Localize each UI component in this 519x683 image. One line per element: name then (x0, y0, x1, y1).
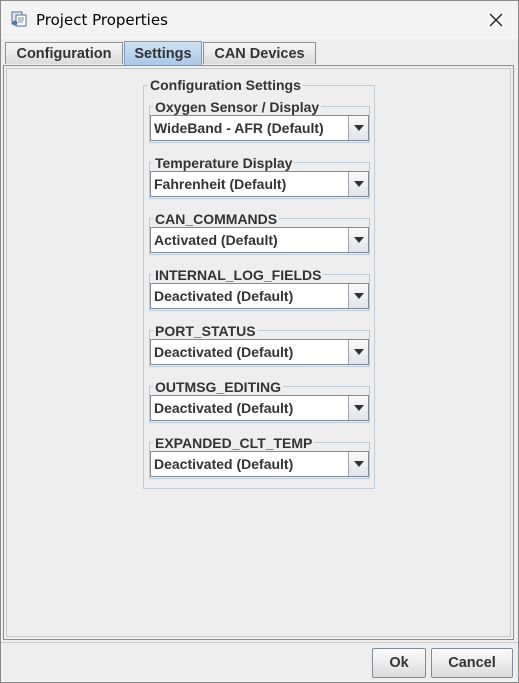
setting-label: EXPANDED_CLT_TEMP (153, 435, 315, 451)
setting-label: INTERNAL_LOG_FIELDS (153, 267, 324, 283)
dropdown-value: Deactivated (Default) (154, 344, 294, 360)
dropdown-arrow-button[interactable] (348, 340, 368, 364)
setting-label: CAN_COMMANDS (153, 211, 280, 227)
setting-expanded-clt-temp: EXPANDED_CLT_TEMP Deactivated (Default) (149, 435, 370, 479)
chevron-down-icon (353, 237, 364, 243)
ok-button[interactable]: Ok (372, 648, 426, 678)
close-icon (489, 13, 503, 27)
temperature-display-dropdown[interactable]: Fahrenheit (Default) (150, 171, 369, 197)
setting-can-commands: CAN_COMMANDS Activated (Default) (149, 211, 370, 255)
ok-button-label: Ok (389, 655, 409, 671)
project-properties-window: Project Properties Configuration Setting… (0, 0, 519, 683)
close-button[interactable] (474, 1, 518, 39)
dropdown-value: Deactivated (Default) (154, 456, 294, 472)
dropdown-arrow-button[interactable] (348, 284, 368, 308)
chevron-down-icon (353, 349, 364, 355)
dropdown-value: Activated (Default) (154, 232, 278, 248)
port-status-dropdown[interactable]: Deactivated (Default) (150, 339, 369, 365)
tab-settings-label: Settings (134, 45, 192, 62)
expanded-clt-temp-dropdown[interactable]: Deactivated (Default) (150, 451, 369, 477)
tab-can-devices-label: CAN Devices (214, 45, 305, 62)
setting-temperature-display: Temperature Display Fahrenheit (Default) (149, 155, 370, 199)
dropdown-value: WideBand - AFR (Default) (154, 120, 324, 136)
chevron-down-icon (353, 181, 364, 187)
cancel-button-label: Cancel (448, 655, 496, 671)
setting-label: OUTMSG_EDITING (153, 379, 284, 395)
outmsg-editing-dropdown[interactable]: Deactivated (Default) (150, 395, 369, 421)
tab-configuration-label: Configuration (16, 45, 112, 62)
internal-log-fields-dropdown[interactable]: Deactivated (Default) (150, 283, 369, 309)
footer-divider (1, 642, 518, 643)
configuration-settings-title: Configuration Settings (148, 77, 303, 93)
dropdown-arrow-button[interactable] (348, 116, 368, 140)
oxygen-sensor-dropdown[interactable]: WideBand - AFR (Default) (150, 115, 369, 141)
setting-oxygen-sensor: Oxygen Sensor / Display WideBand - AFR (… (149, 99, 370, 143)
cancel-button[interactable]: Cancel (431, 648, 513, 678)
setting-internal-log-fields: INTERNAL_LOG_FIELDS Deactivated (Default… (149, 267, 370, 311)
chevron-down-icon (353, 125, 364, 131)
dropdown-arrow-button[interactable] (348, 172, 368, 196)
can-commands-dropdown[interactable]: Activated (Default) (150, 227, 369, 253)
tab-bar: Configuration Settings CAN Devices (1, 39, 518, 65)
title-bar[interactable]: Project Properties (1, 1, 518, 39)
dropdown-arrow-button[interactable] (348, 396, 368, 420)
tab-can-devices[interactable]: CAN Devices (203, 42, 316, 64)
dropdown-value: Deactivated (Default) (154, 400, 294, 416)
setting-outmsg-editing: OUTMSG_EDITING Deactivated (Default) (149, 379, 370, 423)
setting-label: Oxygen Sensor / Display (153, 99, 322, 115)
dropdown-arrow-button[interactable] (348, 228, 368, 252)
chevron-down-icon (353, 461, 364, 467)
setting-label: Temperature Display (153, 155, 295, 171)
setting-port-status: PORT_STATUS Deactivated (Default) (149, 323, 370, 367)
dropdown-value: Fahrenheit (Default) (154, 176, 287, 192)
window-title: Project Properties (36, 11, 168, 29)
chevron-down-icon (353, 405, 364, 411)
dropdown-value: Deactivated (Default) (154, 288, 294, 304)
tab-settings[interactable]: Settings (124, 41, 202, 65)
setting-label: PORT_STATUS (153, 323, 258, 339)
chevron-down-icon (353, 293, 364, 299)
tab-configuration[interactable]: Configuration (5, 42, 123, 64)
dropdown-arrow-button[interactable] (348, 452, 368, 476)
app-icon (11, 11, 27, 27)
